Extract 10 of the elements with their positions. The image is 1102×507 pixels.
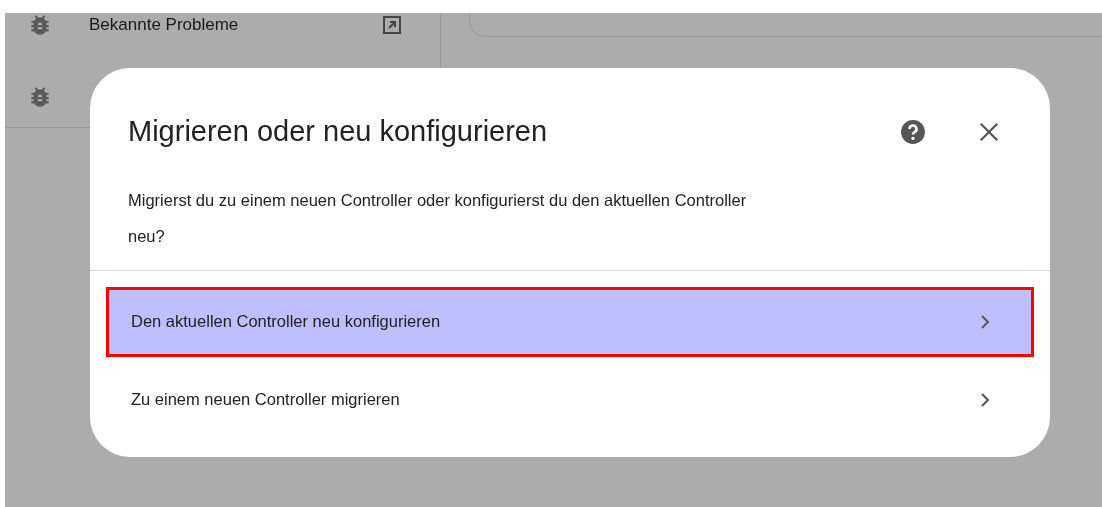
external-link-icon (380, 13, 404, 37)
chevron-right-icon (979, 313, 991, 330)
option-item[interactable]: Zu einem neuen Controller migrieren (106, 364, 1034, 435)
dialog-title: Migrieren oder neu konfigurieren (128, 114, 549, 149)
option-item[interactable]: Den aktuellen Controller neu konfigurieren (106, 286, 1034, 357)
sidebar-item[interactable]: Bekannte Probleme (89, 13, 380, 38)
chevron-right-icon (979, 391, 991, 408)
help-icon[interactable] (900, 118, 926, 145)
close-icon[interactable] (978, 120, 1000, 143)
dialog-description: Migrierst du zu einem neuen Controller oder konfigurierst du den aktuellen Controller neu? (127, 189, 748, 247)
